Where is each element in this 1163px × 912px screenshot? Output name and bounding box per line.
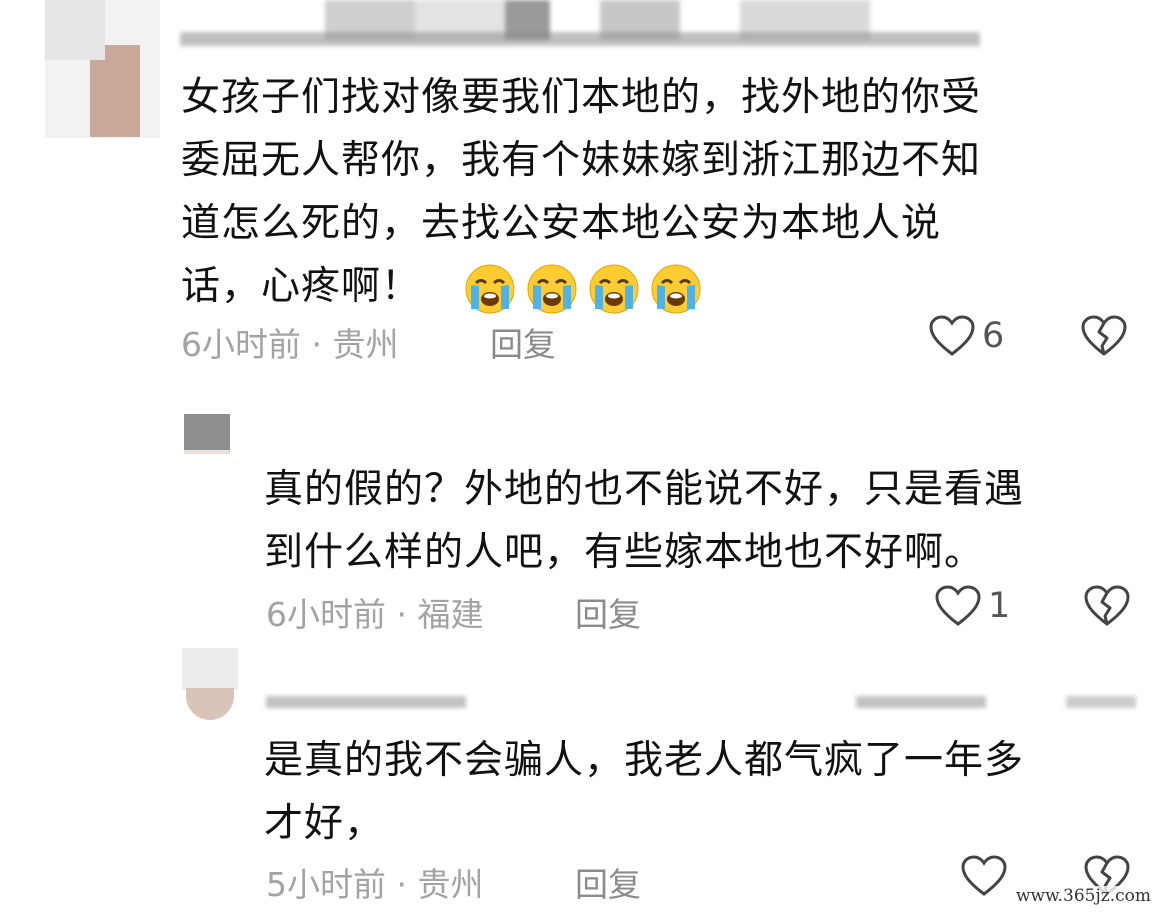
comment-line: 真的假的？外地的也不能说不好，只是看遇 — [264, 467, 1025, 512]
obscured-username-bar — [180, 0, 980, 48]
like-count: 6 — [982, 316, 1005, 356]
comment-meta: 5小时前 · 贵州 — [266, 865, 484, 904]
like-button[interactable] — [960, 854, 1008, 898]
reply-button[interactable]: 回复 — [575, 858, 641, 906]
loudly-crying-face-icon — [465, 264, 515, 313]
loudly-crying-face-icon — [589, 264, 639, 313]
loudly-crying-face-icon — [527, 264, 577, 313]
comment-line: 话，心疼啊！ — [181, 264, 422, 309]
heart-icon — [935, 585, 981, 626]
heart-icon — [961, 855, 1007, 896]
obscured-username-bar — [266, 690, 1146, 714]
dislike-button[interactable] — [1083, 584, 1131, 632]
comment-line: 是真的我不会骗人，我老人都气疯了一年多 — [264, 738, 1025, 783]
comment-text: 真的假的？外地的也不能说不好，只是看遇 到什么样的人吧，有些嫁本地也不好啊。 — [264, 458, 1024, 584]
comment-line: 才好， — [264, 801, 385, 846]
heart-icon — [929, 315, 975, 356]
comment-text: 女孩子们找对像要我们本地的，找外地的你受 委屈无人帮你，我有个妹妹嫁到浙江那边不… — [181, 66, 981, 318]
like-button[interactable]: 6 — [928, 314, 1004, 358]
loudly-crying-face-icon — [651, 264, 701, 313]
broken-heart-icon — [1084, 585, 1130, 626]
comment-text: 是真的我不会骗人，我老人都气疯了一年多 才好， — [264, 729, 1024, 855]
like-count: 1 — [988, 586, 1011, 626]
site-watermark: www.365jz.com — [1012, 886, 1155, 906]
comment-line: 女孩子们找对像要我们本地的，找外地的你受 — [181, 75, 982, 120]
like-button[interactable]: 1 — [934, 584, 1010, 628]
broken-heart-icon — [1081, 315, 1127, 356]
avatar[interactable] — [184, 414, 230, 454]
comment-meta: 6小时前 · 贵州 — [181, 325, 399, 364]
reply-button[interactable]: 回复 — [575, 588, 641, 636]
dislike-button[interactable] — [1080, 314, 1128, 362]
reply-button[interactable]: 回复 — [490, 318, 556, 366]
comment-meta: 6小时前 · 福建 — [266, 595, 484, 634]
avatar[interactable] — [182, 648, 238, 720]
comment-line: 委屈无人帮你，我有个妹妹嫁到浙江那边不知 — [181, 138, 982, 183]
comment-line-last: 话，心疼啊！ — [181, 255, 981, 318]
emoji-row — [464, 264, 712, 313]
comment-line: 到什么样的人吧，有些嫁本地也不好啊。 — [264, 530, 985, 575]
comment-line: 道怎么死的，去找公安本地公安为本地人说 — [181, 201, 942, 246]
avatar[interactable] — [45, 0, 160, 138]
